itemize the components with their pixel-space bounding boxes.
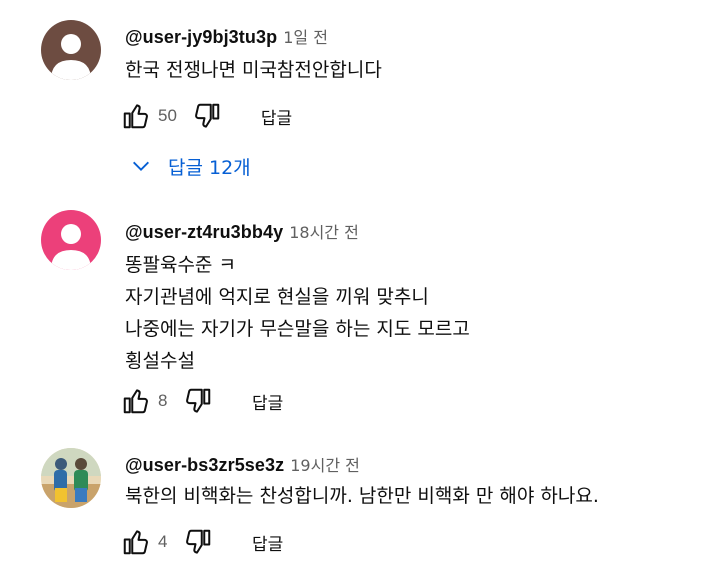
comment-actions: 50 답글 xyxy=(120,100,292,132)
like-button[interactable] xyxy=(120,385,152,417)
comment-text-line: 똥팔육수준 ㅋ xyxy=(125,254,236,276)
comment-actions: 4 답글 xyxy=(120,526,283,558)
comment-actions: 8 답글 xyxy=(120,385,283,417)
dislike-button[interactable] xyxy=(182,385,214,417)
thumbs-down-icon xyxy=(186,529,211,554)
replies-count-label: 답글 12개 xyxy=(168,156,251,179)
avatar[interactable] xyxy=(41,210,101,270)
view-replies-button[interactable]: 답글 12개 xyxy=(130,150,251,182)
thumbs-down-icon xyxy=(194,103,220,128)
thumbs-up-icon xyxy=(123,104,148,129)
comment-header: @user-jy9bj3tu3p 1일 전 xyxy=(125,24,709,48)
chevron-down-icon xyxy=(133,161,149,171)
reply-button[interactable]: 답글 xyxy=(261,104,292,129)
like-count: 50 xyxy=(158,106,177,125)
comment-author[interactable]: @user-jy9bj3tu3p xyxy=(125,27,277,48)
like-button[interactable] xyxy=(120,526,152,558)
comment-author[interactable]: @user-bs3zr5se3z xyxy=(125,455,284,476)
like-button[interactable] xyxy=(120,100,152,132)
comment-text-line: 자기관념에 억지로 현실을 끼워 맞추니 xyxy=(125,286,429,308)
comment-timestamp[interactable]: 18시간 전 xyxy=(289,219,359,243)
photo-avatar-icon xyxy=(41,448,101,508)
comment-text-line: 횡설수설 xyxy=(125,350,195,372)
comment-text-line: 나중에는 자기가 무슨말을 하는 지도 모르고 xyxy=(125,318,470,340)
avatar[interactable] xyxy=(41,20,101,80)
default-avatar-icon xyxy=(41,20,101,80)
comment-text: 한국 전쟁나면 미국참전안합니다 xyxy=(125,59,382,81)
comment-header: @user-zt4ru3bb4y 18시간 전 xyxy=(125,219,709,243)
dislike-button[interactable] xyxy=(182,526,214,558)
comment-text: 똥팔육수준 ㅋ 자기관념에 억지로 현실을 끼워 맞추니 나중에는 자기가 무슨… xyxy=(125,249,709,377)
comment-timestamp[interactable]: 1일 전 xyxy=(283,24,328,48)
thumbs-up-icon xyxy=(123,389,148,414)
comment-author[interactable]: @user-zt4ru3bb4y xyxy=(125,222,283,243)
comment-header: @user-bs3zr5se3z 19시간 전 xyxy=(125,452,709,476)
default-avatar-icon xyxy=(41,210,101,270)
like-count: 4 xyxy=(158,532,168,551)
reply-button[interactable]: 답글 xyxy=(252,530,283,555)
thumbs-down-icon xyxy=(186,388,211,413)
comment-text: 북한의 비핵화는 찬성합니까. 남한만 비핵화 만 해야 하나요. xyxy=(125,485,599,507)
dislike-button[interactable] xyxy=(191,100,223,132)
reply-button[interactable]: 답글 xyxy=(252,389,283,414)
like-count: 8 xyxy=(158,391,168,410)
avatar[interactable] xyxy=(41,448,101,508)
thumbs-up-icon xyxy=(123,530,148,555)
comment-timestamp[interactable]: 19시간 전 xyxy=(290,452,360,476)
